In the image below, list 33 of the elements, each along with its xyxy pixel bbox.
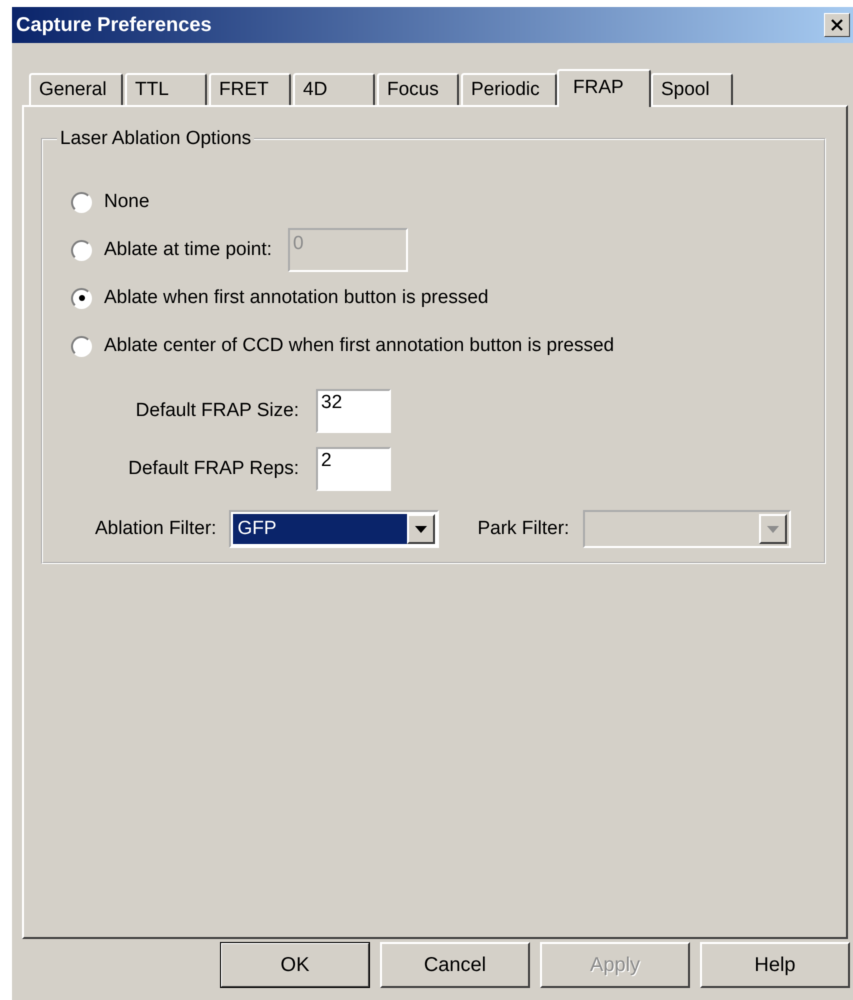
close-button[interactable] [824,13,850,37]
tab[interactable]: General [29,73,123,105]
group-title: Laser Ablation Options [57,128,254,150]
close-icon [830,19,844,31]
tab[interactable]: Periodic [461,73,557,105]
caret-icon [767,526,780,532]
window-title: Capture Preferences [16,14,212,36]
radio-button[interactable] [71,192,92,212]
tab[interactable]: Spool [651,73,733,105]
tab[interactable]: 4D [293,73,375,105]
tab[interactable]: FRET [209,73,291,105]
option-label: None [104,191,150,213]
tab[interactable]: Focus [377,73,459,105]
dropdown[interactable]: GFP [229,510,440,548]
field-label: Default FRAP Size: [134,400,299,422]
dropdown-value: GFP [233,514,408,544]
field-label: Default FRAP Reps: [127,458,299,480]
tab[interactable]: FRAP [557,69,651,107]
option-label: Ablate center of CCD when first annotation button is pressed [104,335,614,357]
caret-icon [415,526,428,532]
tab[interactable]: TTL [125,73,207,105]
filter-label: Park Filter: [477,518,570,540]
radio-button[interactable] [71,240,92,260]
radio-button[interactable] [71,336,92,356]
radio-button[interactable] [71,288,92,308]
dialog-button[interactable]: OK [220,942,370,988]
dialog-button[interactable]: Cancel [380,942,530,988]
option-label: Ablate at time point: [104,239,272,261]
input-field[interactable]: 2 [316,447,391,491]
dialog-button[interactable]: Help [700,942,850,988]
option-label: Ablate when first annotation button is pressed [104,287,488,309]
input-field[interactable]: 32 [316,389,391,433]
filter-label: Ablation Filter: [95,518,216,540]
